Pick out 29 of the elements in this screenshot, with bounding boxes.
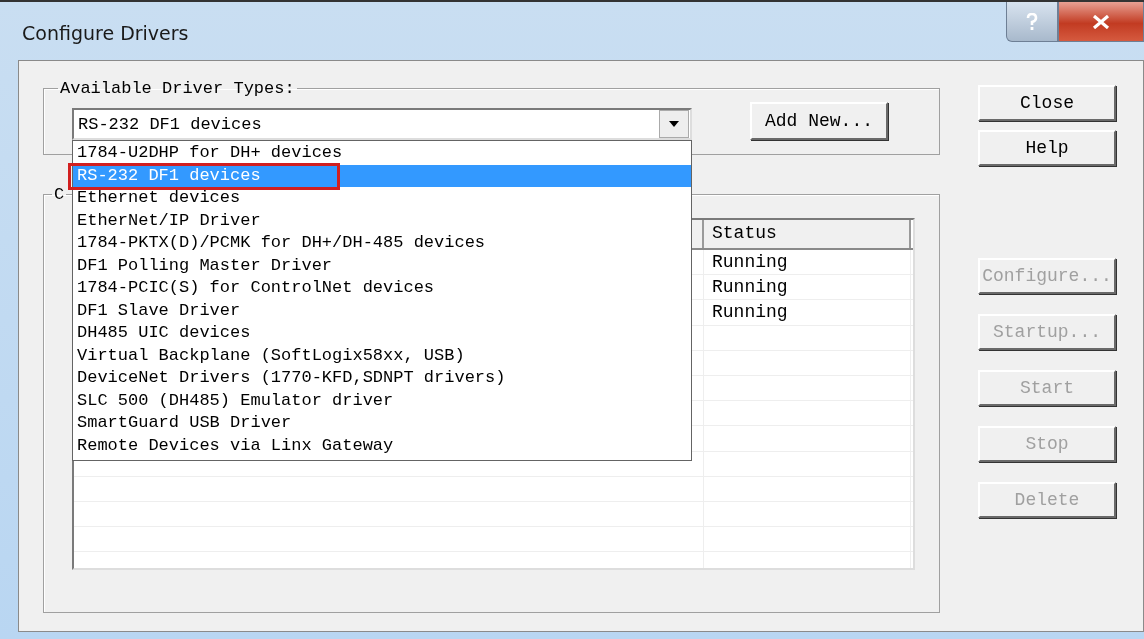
column-header: Status [704, 220, 911, 248]
dialog-button[interactable]: Close [978, 85, 1116, 121]
close-caption-button[interactable] [1058, 2, 1144, 42]
group-label: Available Driver Types: [59, 79, 296, 98]
help-icon [1025, 12, 1039, 31]
dropdown-option[interactable]: Ethernet devices [73, 187, 691, 210]
table-cell: Running [704, 300, 911, 325]
help-caption-button[interactable] [1006, 2, 1058, 42]
dropdown-option[interactable]: EtherNet/IP Driver [73, 209, 691, 232]
dropdown-option[interactable]: DeviceNet Drivers (1770-KFD,SDNPT drivers) [73, 367, 691, 390]
close-icon [1092, 14, 1110, 29]
dropdown-option[interactable]: 1784-PCIC(S) for ControlNet devices [73, 277, 691, 300]
dropdown-option[interactable]: Virtual Backplane (SoftLogix58xx, USB) [73, 344, 691, 367]
table-cell: Running [704, 250, 911, 275]
dropdown-option[interactable]: SLC 500 (DH485) Emulator driver [73, 389, 691, 412]
dropdown-option[interactable]: 1784-U2DHP for DH+ devices [73, 142, 691, 165]
table-cell: Running [704, 275, 911, 300]
dropdown-option[interactable]: DF1 Polling Master Driver [73, 254, 691, 277]
window-title: Configure Drivers [22, 22, 189, 44]
dropdown-option[interactable]: 1784-PKTX(D)/PCMK for DH+/DH-485 devices [73, 232, 691, 255]
dropdown-option[interactable]: Remote Devices via Linx Gateway [73, 434, 691, 457]
driver-type-dropdown[interactable]: RS-232 DF1 devices [72, 108, 692, 140]
dropdown-option[interactable]: SmartGuard USB Driver [73, 412, 691, 435]
add-new-button[interactable]: Add New... [750, 102, 888, 140]
caret-icon [669, 121, 679, 127]
dialog-button[interactable]: Help [978, 130, 1116, 166]
dropdown-option[interactable]: DF1 Slave Driver [73, 299, 691, 322]
dropdown-option[interactable]: DH485 UIC devices [73, 322, 691, 345]
group-label: C [53, 185, 66, 204]
